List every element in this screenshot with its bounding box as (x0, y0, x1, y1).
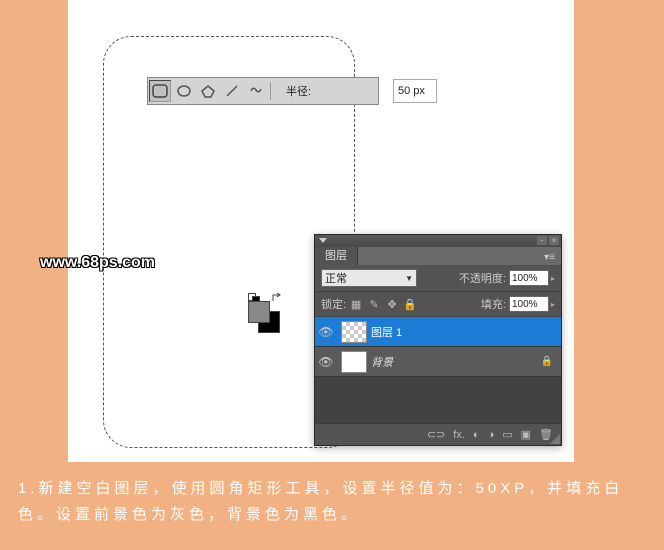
layers-panel: - × 图层 ▾≡ 正常▼ 不透明度: ▸ 锁定: ▦ ✎ ✥ 🔒 填充: ▸ … (314, 234, 562, 446)
lock-icon: 🔒 (541, 356, 561, 367)
instruction-text: 1.新建空白图层，使用圆角矩形工具，设置半径值为：50XP，并填充白色。设置前景… (18, 476, 646, 528)
adjustment-icon[interactable]: ◑ (488, 429, 495, 441)
fill-flyout-icon[interactable]: ▸ (551, 300, 555, 309)
mask-icon[interactable]: ◐ (473, 429, 480, 441)
radius-input[interactable] (393, 79, 437, 103)
panel-tabs: 图层 ▾≡ (315, 247, 561, 265)
shape-options-bar: 半径: (147, 77, 379, 105)
swap-colors-icon[interactable] (271, 293, 281, 303)
link-layers-icon[interactable]: ⊂⊃ (427, 428, 445, 441)
lock-fill-row: 锁定: ▦ ✎ ✥ 🔒 填充: ▸ (315, 292, 561, 317)
panel-minimize-icon[interactable]: - (537, 236, 547, 245)
foreground-color-swatch[interactable] (248, 301, 270, 323)
lock-position-icon[interactable]: ✥ (385, 297, 399, 311)
polygon-tool-icon[interactable] (197, 80, 219, 102)
panel-footer: ⊂⊃ fx. ◐ ◑ ▭ ▣ 🗑 (315, 423, 561, 445)
layer-row[interactable]: 👁 图层 1 (315, 317, 561, 347)
panel-menu-icon[interactable]: ▾≡ (538, 250, 561, 265)
lock-paint-icon[interactable]: ✎ (367, 297, 381, 311)
ellipse-tool-icon[interactable] (173, 80, 195, 102)
line-tool-icon[interactable] (221, 80, 243, 102)
blend-opacity-row: 正常 ▼ 不透明度: ▸ (315, 265, 561, 292)
opacity-label: 不透明度: (459, 270, 506, 286)
radius-label: 半径: (286, 83, 311, 99)
layer-row[interactable]: 👁 背景 🔒 (315, 347, 561, 377)
panel-titlebar[interactable]: - × (315, 235, 561, 247)
lock-transparency-icon[interactable]: ▦ (349, 297, 363, 311)
watermark: www.68ps.com (40, 254, 155, 272)
layer-thumbnail[interactable] (341, 321, 367, 343)
opacity-input[interactable] (509, 270, 549, 286)
divider (270, 82, 280, 100)
foreground-background-swatch[interactable] (248, 293, 282, 333)
resize-handle-icon[interactable] (550, 434, 560, 444)
fx-icon[interactable]: fx. (453, 429, 465, 441)
fill-label: 填充: (481, 296, 506, 312)
layer-name[interactable]: 背景 (371, 354, 541, 370)
chevron-down-icon: ▼ (405, 274, 413, 283)
rounded-rect-tool-icon[interactable] (149, 80, 171, 102)
blend-mode-dropdown[interactable]: 正常 ▼ (321, 269, 417, 287)
blend-mode-value: 正常 (325, 270, 347, 286)
new-layer-icon[interactable]: ▣ (521, 428, 531, 441)
visibility-icon[interactable]: 👁 (315, 355, 337, 369)
lock-all-icon[interactable]: 🔒 (403, 297, 417, 311)
opacity-flyout-icon[interactable]: ▸ (551, 274, 555, 283)
fill-input[interactable] (509, 296, 549, 312)
layer-name[interactable]: 图层 1 (371, 324, 561, 340)
tab-layers[interactable]: 图层 (315, 245, 358, 265)
panel-close-icon[interactable]: × (549, 236, 559, 245)
layer-thumbnail[interactable] (341, 351, 367, 373)
group-icon[interactable]: ▭ (502, 428, 512, 441)
layers-empty-area[interactable] (315, 377, 561, 423)
lock-label: 锁定: (321, 296, 346, 312)
layers-list: 👁 图层 1 👁 背景 🔒 (315, 317, 561, 423)
panel-collapse-icon[interactable] (319, 238, 327, 243)
visibility-icon[interactable]: 👁 (315, 325, 337, 339)
custom-shape-tool-icon[interactable] (245, 80, 267, 102)
